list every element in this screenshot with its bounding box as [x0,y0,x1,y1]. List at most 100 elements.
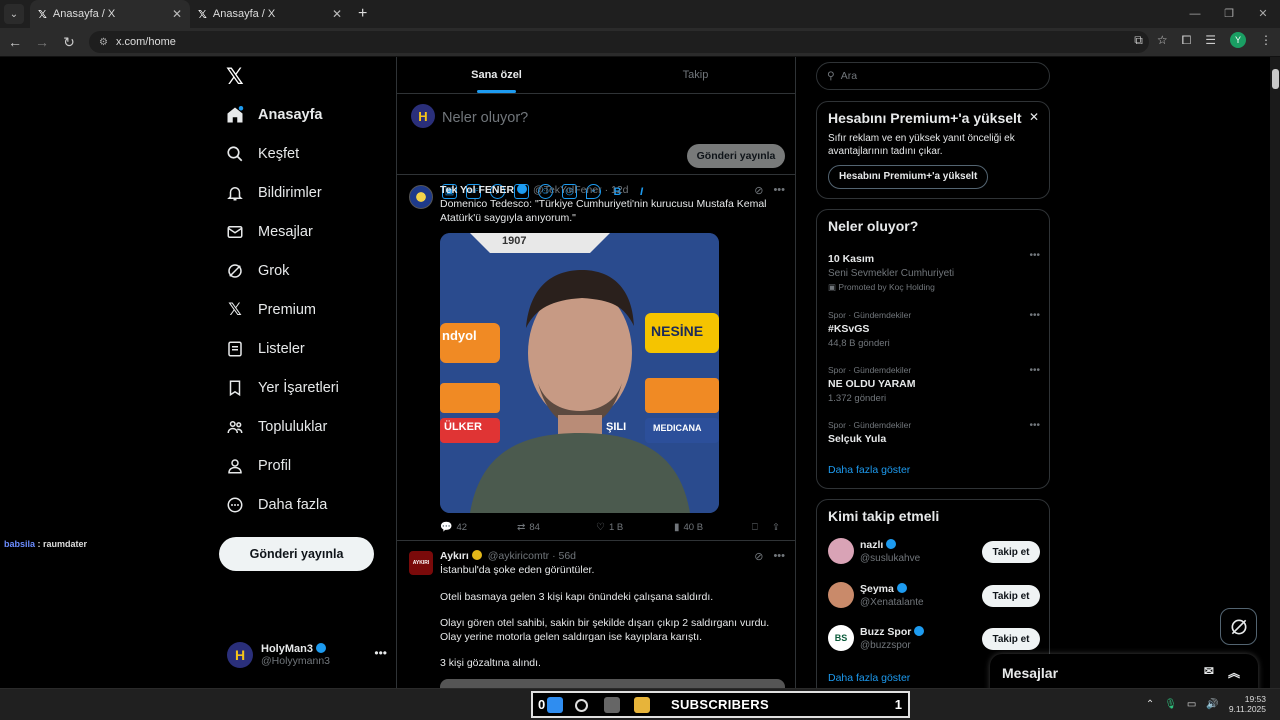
tab-following[interactable]: Takip [596,57,795,93]
more-dots-icon[interactable]: ••• [1029,420,1040,431]
follow-suggestion[interactable]: Şeyma @Xenatalante Takip et [828,582,1040,612]
account-switcher[interactable]: H HolyMan3 @Holyymann3 ••• [227,642,387,668]
avatar[interactable]: AYKIRI [409,551,433,575]
tab-close-icon[interactable]: ✕ [172,7,182,21]
compose-input[interactable]: Neler oluyor? [442,110,528,126]
tweet-handle[interactable]: @TekYolFener [533,184,602,196]
grok-icon[interactable]: ⊘ [754,184,763,197]
follow-button[interactable]: Takip et [982,585,1040,607]
reply-button[interactable]: 💬 42 [440,522,517,533]
compose-publish-button[interactable]: Gönderi yayınla [687,144,785,168]
more-dots-icon[interactable]: ••• [773,550,785,563]
tweet-time[interactable]: · 56d [552,550,576,562]
more-dots-icon[interactable]: ••• [773,184,785,197]
avatar[interactable] [828,538,854,564]
show-more-link[interactable]: Daha fazla göster [828,464,910,476]
tweet-handle[interactable]: @aykiricomtr [488,550,549,562]
restore-icon[interactable]: ❐ [1212,0,1246,28]
avatar[interactable]: BS [828,625,854,651]
task-view-icon[interactable] [604,697,620,713]
profile-avatar[interactable]: Y [1230,32,1246,48]
nav-item-explore[interactable]: Keşfet [225,139,299,169]
more-dots-icon[interactable]: ••• [374,646,387,660]
nav-item-communities[interactable]: Topluluklar [225,412,327,442]
nav-item-grok[interactable]: Grok [225,256,289,286]
post-button[interactable]: Gönderi yayınla [219,537,374,571]
reading-list-icon[interactable]: ☰ [1205,33,1216,47]
more-dots-icon[interactable]: ••• [1029,250,1040,261]
nav-item-home[interactable]: Anasayfa [225,100,322,130]
new-tab-button[interactable]: + [358,5,367,23]
browser-tab-1[interactable]: 𝕏 Anasayfa / X ✕ [30,0,190,28]
press-photo [440,233,719,513]
tweet[interactable]: Tek Yol FENER @TekYolFener · 12d ⊘ ••• D… [397,175,795,541]
trend-item[interactable]: Spor · Gündemdekiler Selçuk Yula ••• [828,420,1040,445]
menu-icon[interactable]: ⋮ [1260,33,1272,47]
x-page: 𝕏 Anasayfa Keşfet Bildirimler Mesajlar G… [0,57,1280,699]
chevron-up-icon[interactable]: ⌃ [1146,699,1154,710]
premium-upgrade-button[interactable]: Hesabını Premium+'a yükselt [828,165,989,189]
more-dots-icon[interactable]: ••• [1029,310,1040,321]
tweet-image[interactable]: 1907 ndyol NESİNE ÜLKER ŞILI MEDICANA [440,233,719,513]
nav-item-more[interactable]: Daha fazla [225,490,327,520]
x-logo-icon[interactable]: 𝕏 [226,65,244,90]
retweet-button[interactable]: ⇄ 84 [517,522,596,533]
grok-floating-button[interactable] [1220,608,1257,645]
avatar[interactable] [828,582,854,608]
reload-icon[interactable]: ↻ [57,34,81,51]
search-input[interactable]: ⚲ Ara [816,62,1050,90]
tweet[interactable]: AYKIRI Aykırı @aykiricomtr · 56d ⊘ ••• İ… [397,541,795,691]
address-bar-row: ← → ↻ ⚙ x.com/home ⧉ ☆ ⧠ ☰ Y ⋮ [0,28,1280,57]
close-icon[interactable]: ✕ [1029,110,1039,124]
start-icon[interactable] [547,697,563,713]
microphone-icon[interactable]: 🎙 [1164,699,1177,710]
nav-item-lists[interactable]: Listeler [225,334,305,364]
site-info-icon[interactable]: ⚙ [99,37,108,48]
nav-item-profile[interactable]: Profil [225,451,291,481]
search-icon[interactable] [575,699,588,712]
trend-item[interactable]: 10 Kasım Seni Sevmekler Cumhuriyeti ▣ Pr… [828,250,1040,293]
bookmark-icon[interactable]: ⎕ [752,522,772,533]
follow-button[interactable]: Takip et [982,628,1040,650]
display-icon[interactable]: ▭ [1187,699,1196,710]
nav-item-notifications[interactable]: Bildirimler [225,178,322,208]
tab-for-you[interactable]: Sana özel [397,57,596,93]
nav-item-messages[interactable]: Mesajlar [225,217,313,247]
messages-drawer[interactable]: Mesajlar ✉ ︽ [990,654,1258,692]
follow-suggestion[interactable]: BS Buzz Spor @buzzspor Takip et [828,625,1040,655]
tweet-author[interactable]: Aykırı [440,550,469,562]
clock[interactable]: 19:53 9.11.2025 [1229,694,1266,714]
tweet-time[interactable]: · 12d [605,184,629,196]
tweet-author[interactable]: Tek Yol FENER [440,184,514,196]
forward-icon[interactable]: → [30,34,54,50]
volume-icon[interactable]: 🔊 [1206,699,1218,710]
nav-item-premium[interactable]: 𝕏 Premium [225,295,316,325]
like-button[interactable]: ♡ 1 B [596,522,674,533]
back-icon[interactable]: ← [3,34,27,50]
views-button[interactable]: ▮ 40 B [674,522,752,533]
file-explorer-icon[interactable] [634,697,650,713]
follow-button[interactable]: Takip et [982,541,1040,563]
tab-search-button[interactable]: ⌄ [4,4,24,24]
expand-icon[interactable]: ︽ [1228,664,1240,681]
avatar[interactable] [409,185,433,209]
more-dots-icon[interactable]: ••• [1029,365,1040,376]
tab-close-icon[interactable]: ✕ [332,7,342,21]
browser-tab-2[interactable]: 𝕏 Anasayfa / X ✕ [190,0,350,28]
trend-item[interactable]: Spor · Gündemdekiler NE OLDU YARAM 1.372… [828,365,1040,404]
show-more-link[interactable]: Daha fazla göster [828,672,910,684]
scrollbar[interactable] [1270,57,1280,688]
nav-item-bookmarks[interactable]: Yer İşaretleri [225,373,339,403]
trend-item[interactable]: Spor · Gündemdekiler #KSvGS 44,8 B gönde… [828,310,1040,349]
close-window-icon[interactable]: ✕ [1246,0,1280,28]
minimize-icon[interactable]: — [1178,0,1212,28]
extensions-icon[interactable]: ⧠ [1182,33,1192,48]
share-icon[interactable]: ⇪ [772,522,780,533]
url-field[interactable]: ⚙ x.com/home [89,31,1149,53]
bookmark-star-icon[interactable]: ☆ [1157,33,1168,47]
scrollbar-thumb[interactable] [1272,69,1279,89]
grok-icon[interactable]: ⊘ [754,550,763,563]
new-message-icon[interactable]: ✉ [1204,664,1214,681]
cast-icon[interactable]: ⧉ [1134,33,1143,48]
follow-suggestion[interactable]: nazlı @suslukahve Takip et [828,538,1040,568]
